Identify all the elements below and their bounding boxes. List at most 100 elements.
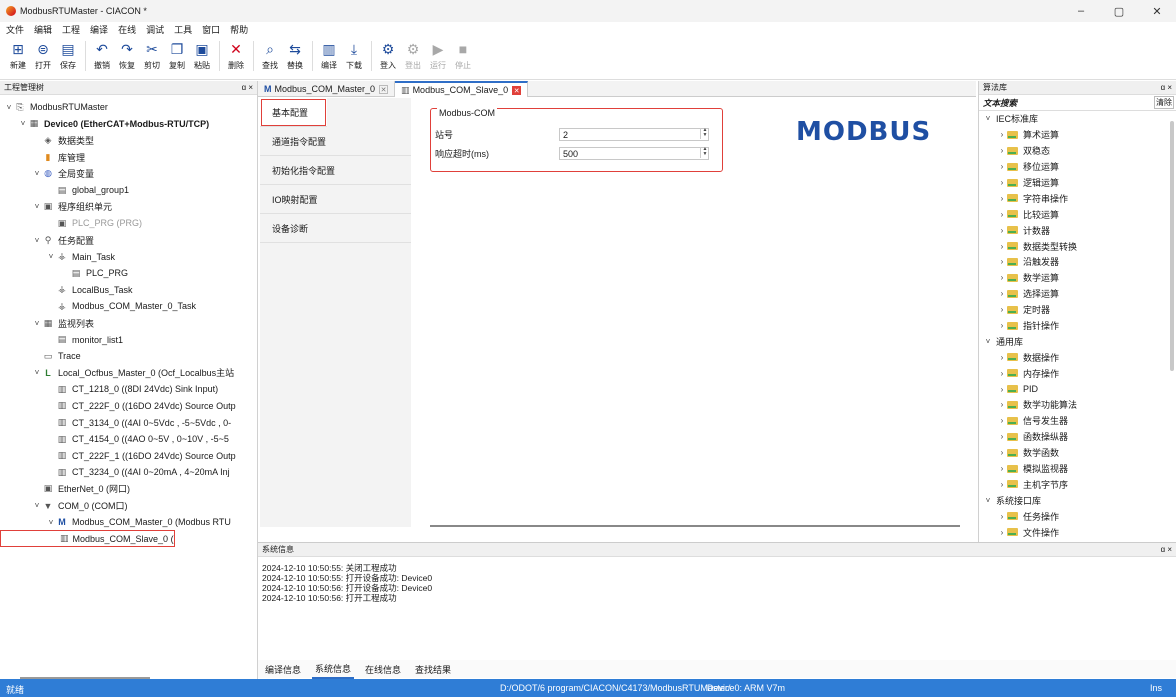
tab-close-icon[interactable]: ✕	[379, 84, 389, 94]
tree-item[interactable]: ▤ PLC_PRG	[0, 265, 257, 282]
library-search-input[interactable]: 文本搜索	[979, 97, 1154, 109]
toolbar-logout-button[interactable]: ⚙ 登出	[401, 41, 425, 71]
library-item[interactable]: › 数学运算	[979, 270, 1176, 286]
tree-item[interactable]: ▭ Trace	[0, 348, 257, 365]
expand-toggle-icon[interactable]: ›	[997, 242, 1007, 251]
expand-toggle-icon[interactable]: ›	[997, 528, 1007, 537]
expand-toggle-icon[interactable]: ›	[997, 400, 1007, 409]
menu-item[interactable]: 工具	[174, 23, 192, 36]
tree-item[interactable]: ⚶ Modbus_COM_Master_0_Task	[0, 298, 257, 315]
panel-pin-close-icon[interactable]: ɑ ×	[242, 83, 253, 92]
panel-pin-close-icon[interactable]: ɑ ×	[1161, 545, 1172, 554]
toolbar-download-button[interactable]: ⤓ 下载	[342, 41, 366, 71]
config-nav-item[interactable]: IO映射配置	[260, 185, 411, 214]
tree-item[interactable]: ˅ ⎘ ModbusRTUMaster	[0, 99, 257, 116]
expand-toggle-icon[interactable]: ›	[997, 353, 1007, 362]
panel-pin-close-icon[interactable]: ɑ ×	[1161, 83, 1172, 92]
expand-toggle-icon[interactable]: ›	[997, 194, 1007, 203]
toolbar-run-button[interactable]: ▶ 运行	[426, 41, 450, 71]
library-scrollbar[interactable]	[1170, 121, 1174, 371]
tree-item[interactable]: ▣ PLC_PRG (PRG)	[0, 215, 257, 232]
toolbar-open-button[interactable]: ⊜ 打开	[31, 41, 55, 71]
tree-item[interactable]: ˅ ▼ COM_0 (COM口)	[0, 497, 257, 514]
library-item[interactable]: › 指针操作	[979, 318, 1176, 334]
library-item[interactable]: › 数学功能算法	[979, 397, 1176, 413]
library-item[interactable]: › 文件操作	[979, 524, 1176, 540]
expand-toggle-icon[interactable]: ›	[997, 448, 1007, 457]
library-item[interactable]: › 数学函数	[979, 445, 1176, 461]
tree-item[interactable]: ˅ ⚶ Main_Task	[0, 248, 257, 265]
library-item[interactable]: › 计数器	[979, 222, 1176, 238]
expand-toggle-icon[interactable]: ›	[997, 226, 1007, 235]
tree-item[interactable]: ▣ EtherNet_0 (网口)	[0, 481, 257, 498]
library-item[interactable]: › 比较运算	[979, 206, 1176, 222]
expand-toggle-icon[interactable]: ›	[997, 512, 1007, 521]
toolbar-find-button[interactable]: ⌕ 查找	[258, 41, 282, 71]
tree-item[interactable]: ▥ CT_3134_0 ((4AI 0~5Vdc , -5~5Vdc , 0-	[0, 414, 257, 431]
tree-item[interactable]: ˅ ▦ 监视列表	[0, 315, 257, 332]
library-item[interactable]: › 数据类型转换	[979, 238, 1176, 254]
library-item[interactable]: › 逻辑运算	[979, 175, 1176, 191]
expand-toggle-icon[interactable]: ›	[997, 162, 1007, 171]
expand-toggle-icon[interactable]: ˅	[32, 236, 42, 245]
output-tab[interactable]: 系统信息	[312, 660, 355, 679]
expand-toggle-icon[interactable]: ˅	[32, 169, 42, 178]
station-field[interactable]: 2	[559, 127, 709, 141]
expand-toggle-icon[interactable]: ›	[997, 480, 1007, 489]
toolbar-delete-button[interactable]: ✕ 删除	[224, 41, 248, 71]
expand-toggle-icon[interactable]: ›	[997, 416, 1007, 425]
toolbar-copy-button[interactable]: ❐ 复制	[165, 41, 189, 71]
library-item[interactable]: › 内存操作	[979, 365, 1176, 381]
expand-toggle-icon[interactable]: ›	[997, 305, 1007, 314]
expand-toggle-icon[interactable]: ›	[997, 273, 1007, 282]
expand-toggle-icon[interactable]: ˅	[18, 119, 28, 128]
library-item[interactable]: › 任务操作	[979, 508, 1176, 524]
editor-horizontal-scrollbar[interactable]	[430, 525, 960, 527]
expand-toggle-icon[interactable]: ˅	[32, 202, 42, 211]
library-item[interactable]: › 信号发生器	[979, 413, 1176, 429]
toolbar-replace-button[interactable]: ⇆ 替换	[283, 41, 307, 71]
expand-toggle-icon[interactable]: ˅	[46, 252, 56, 261]
toolbar-save-button[interactable]: ▤ 保存	[56, 41, 80, 71]
menu-item[interactable]: 文件	[6, 23, 24, 36]
expand-toggle-icon[interactable]: ›	[997, 130, 1007, 139]
menu-item[interactable]: 工程	[62, 23, 80, 36]
clear-button[interactable]: 清除	[1154, 96, 1174, 109]
tree-item[interactable]: ▥ CT_3234_0 ((4AI 0~20mA , 4~20mA Inj	[0, 464, 257, 481]
expand-toggle-icon[interactable]: ›	[997, 432, 1007, 441]
toolbar-login-button[interactable]: ⚙ 登入	[376, 41, 400, 71]
library-item[interactable]: › 字符串操作	[979, 190, 1176, 206]
expand-toggle-icon[interactable]: ›	[997, 210, 1007, 219]
tree-item[interactable]: ◈ 数据类型	[0, 132, 257, 149]
tree-item[interactable]: ▤ monitor_list1	[0, 331, 257, 348]
toolbar-compile-button[interactable]: ▥ 编译	[317, 41, 341, 71]
library-item[interactable]: › 双稳态	[979, 143, 1176, 159]
config-nav-item[interactable]: 设备诊断	[260, 214, 411, 243]
tab-master-config[interactable]: M Modbus_COM_Master_0 ✕	[258, 81, 396, 97]
output-tab[interactable]: 查找结果	[412, 661, 454, 678]
minimize-button[interactable]: –	[1062, 0, 1100, 22]
expand-toggle-icon[interactable]: ›	[997, 369, 1007, 378]
expand-toggle-icon[interactable]: ›	[997, 257, 1007, 266]
config-nav-item[interactable]: 基本配置	[260, 98, 327, 127]
library-item[interactable]: › 数据操作	[979, 349, 1176, 365]
expand-toggle-icon[interactable]: ›	[997, 321, 1007, 330]
toolbar-new-button[interactable]: ⊞ 新建	[6, 41, 30, 71]
tab-slave-config[interactable]: ▥ Modbus_COM_Slave_0 ✕	[395, 81, 529, 97]
tree-item[interactable]: ˅ L Local_Ocfbus_Master_0 (Ocf_Localbus主站	[0, 365, 257, 382]
tree-item[interactable]: ▮ 库管理	[0, 149, 257, 166]
toolbar-undo-button[interactable]: ↶ 撤销	[90, 41, 114, 71]
menu-item[interactable]: 调试	[146, 23, 164, 36]
menu-item[interactable]: 编译	[90, 23, 108, 36]
library-item[interactable]: › 沿触发器	[979, 254, 1176, 270]
tree-item[interactable]: ˅ ▦ Device0 (EtherCAT+Modbus-RTU/TCP)	[0, 116, 257, 133]
config-nav-item[interactable]: 通道指令配置	[260, 127, 411, 156]
config-nav-item[interactable]: 初始化指令配置	[260, 156, 411, 185]
expand-toggle-icon[interactable]: ˅	[4, 103, 14, 112]
expand-toggle-icon[interactable]: ›	[997, 178, 1007, 187]
library-item[interactable]: › 定时器	[979, 302, 1176, 318]
menu-item[interactable]: 帮助	[230, 23, 248, 36]
tab-close-icon[interactable]: ✕	[512, 85, 522, 95]
tree-item[interactable]: ˅ ◍ 全局变量	[0, 165, 257, 182]
toolbar-paste-button[interactable]: ▣ 粘贴	[190, 41, 214, 71]
